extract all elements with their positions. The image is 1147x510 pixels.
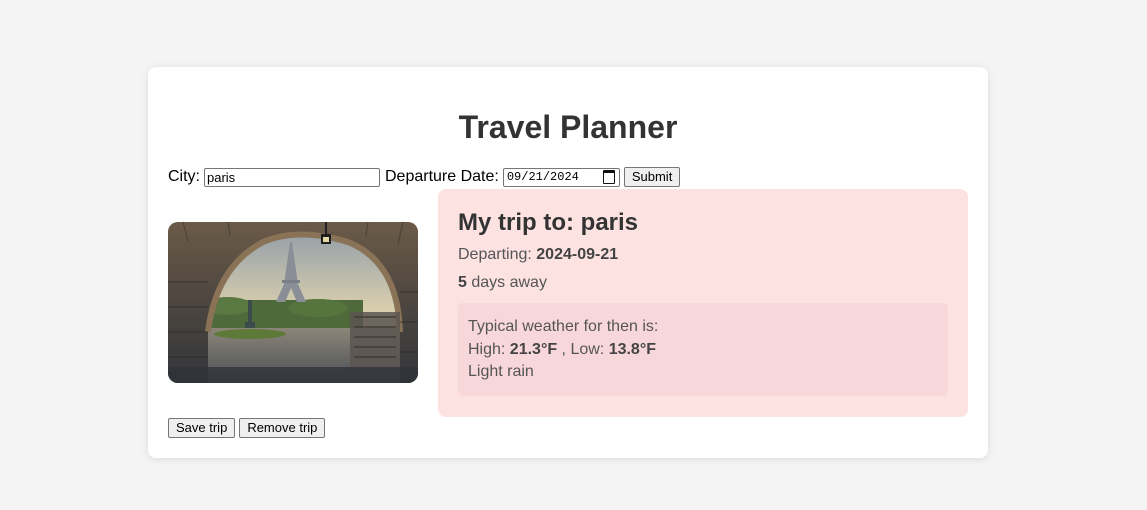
low-label: , Low:	[557, 341, 609, 358]
city-input[interactable]	[204, 167, 380, 187]
trip-city: paris	[580, 209, 639, 236]
save-trip-button[interactable]: Save trip	[168, 418, 236, 438]
trip-title-prefix: My trip to:	[458, 209, 581, 236]
remove-trip-button[interactable]: Remove trip	[239, 418, 326, 438]
weather-intro: Typical weather for then is:	[468, 318, 659, 335]
departing-label: Departing:	[458, 246, 537, 263]
days-suffix: days away	[466, 274, 547, 291]
trip-form: City: Departure Date: 09/21/2024 Submit	[168, 166, 681, 188]
days-away-line: 5 days away	[458, 273, 547, 293]
city-label: City:	[168, 168, 200, 185]
high-label: High:	[468, 341, 510, 358]
departing-date: 2024-09-21	[536, 246, 619, 263]
days-count: 5	[458, 274, 467, 291]
trip-details-panel: My trip to: paris Departing: 2024-09-21 …	[438, 189, 968, 417]
departure-date-value: 09/21/2024	[506, 170, 579, 184]
destination-photo	[168, 222, 418, 383]
calendar-icon[interactable]	[602, 170, 615, 184]
weather-box: Typical weather for then is: High: 21.3°…	[458, 303, 948, 396]
departure-date-label: Departure Date:	[385, 168, 499, 185]
page-title: Travel Planner	[458, 109, 678, 145]
departing-line: Departing: 2024-09-21	[458, 245, 618, 265]
trip-actions: Save trip Remove trip	[168, 418, 326, 438]
low-temp: 13.8°F	[608, 341, 656, 358]
trip-title: My trip to: paris	[458, 209, 638, 237]
departure-date-input[interactable]: 09/21/2024	[502, 167, 620, 187]
submit-button[interactable]: Submit	[623, 167, 681, 187]
high-temp: 21.3°F	[509, 341, 558, 358]
weather-description: Light rain	[468, 363, 534, 380]
weather-temps: High: 21.3°F , Low: 13.8°F	[468, 340, 656, 360]
travel-planner-card: Travel Planner City: Departure Date: 09/…	[148, 67, 988, 458]
